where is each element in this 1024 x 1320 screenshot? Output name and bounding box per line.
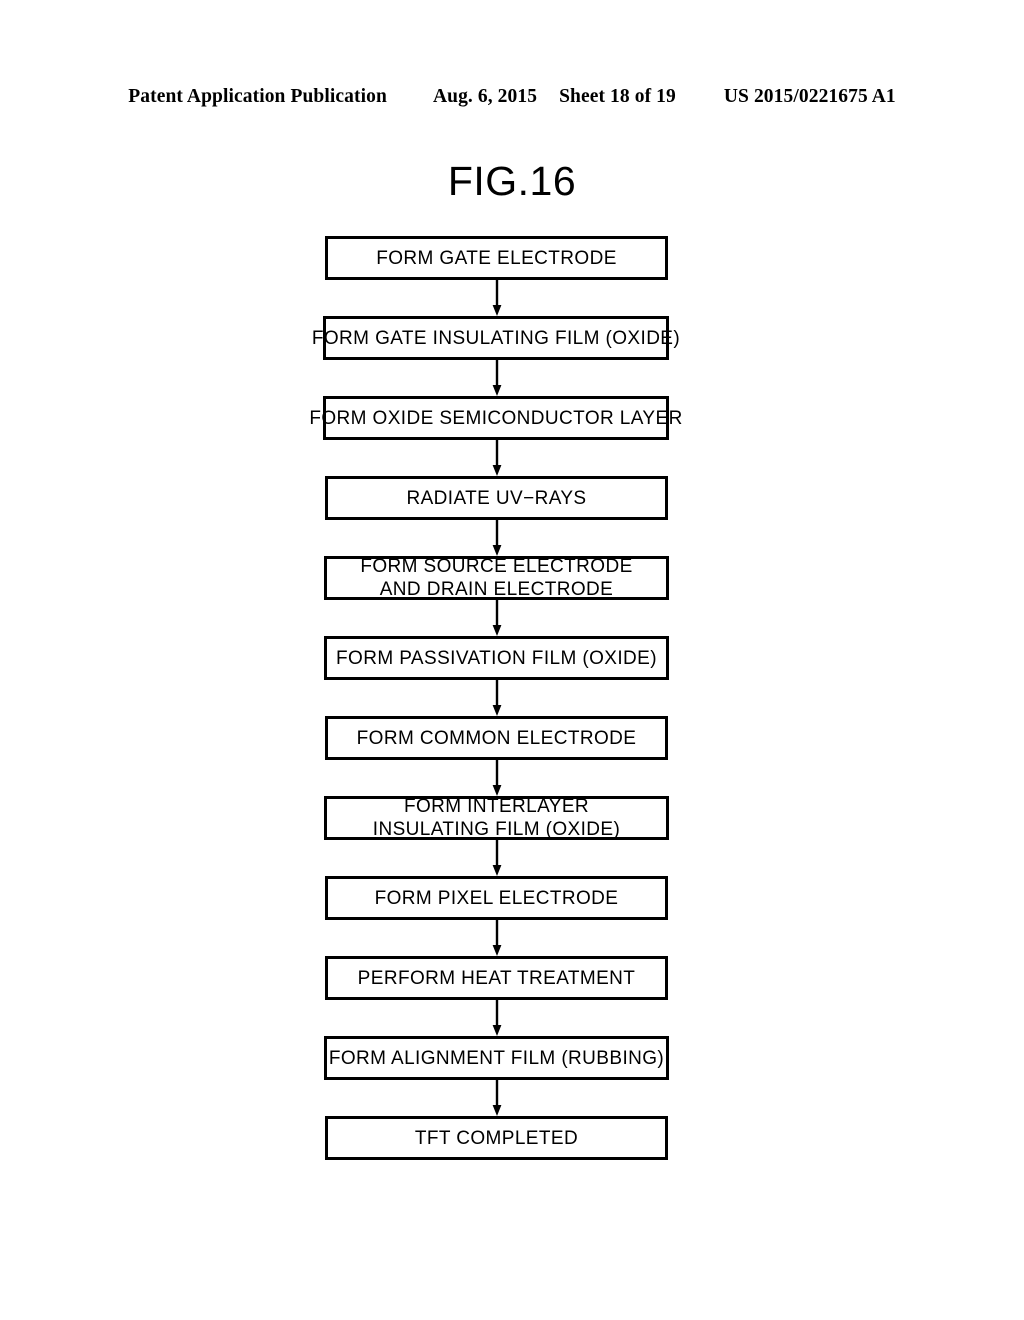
flowchart-arrow-down-icon <box>490 520 504 556</box>
flowchart-arrow-down-icon <box>490 1000 504 1036</box>
flowchart-step-form-pixel-electrode: FORM PIXEL ELECTRODE <box>325 876 668 920</box>
header-date-label: Aug. 6, 2015 <box>432 86 538 107</box>
flowchart-step-form-oxide-semiconductor-layer: FORM OXIDE SEMICONDUCTOR LAYER <box>309 396 682 440</box>
flowchart-step-form-interlayer-insulating-film: FORM INTERLAYER INSULATING FILM (OXIDE) <box>324 796 669 840</box>
flowchart-step-label: FORM COMMON ELECTRODE <box>356 727 637 749</box>
flowchart-step-form-source-and-drain-electrode: FORM SOURCE ELECTRODE AND DRAIN ELECTRODE <box>324 556 669 600</box>
flowchart-arrow-down-icon <box>490 840 504 876</box>
flowchart-step-form-passivation-film: FORM PASSIVATION FILM (OXIDE) <box>324 636 669 680</box>
header-document-number: US 2015/0221675 A1 <box>723 86 896 107</box>
page-header: Patent Application Publication Aug. 6, 2… <box>0 86 1024 112</box>
flowchart-step-radiate-uv-rays: RADIATE UV−RAYS <box>325 476 668 520</box>
flowchart-step-tft-completed: TFT COMPLETED <box>325 1116 668 1160</box>
flowchart-step-label: PERFORM HEAT TREATMENT <box>357 967 636 989</box>
flowchart-step-label: RADIATE UV−RAYS <box>406 487 587 509</box>
flowchart-step-perform-heat-treatment: PERFORM HEAT TREATMENT <box>325 956 668 1000</box>
flowchart-arrow-down-icon <box>490 280 504 316</box>
header-publication-label: Patent Application Publication <box>128 86 387 107</box>
flowchart-step-label: FORM SOURCE ELECTRODE <box>360 556 633 577</box>
flowchart-step-label: FORM PIXEL ELECTRODE <box>374 887 619 909</box>
flowchart-diagram: FORM GATE ELECTRODE FORM GATE INSULATING … <box>0 236 1024 1176</box>
flowchart-step-label-second-line: AND DRAIN ELECTRODE <box>379 579 614 600</box>
flowchart-arrow-down-icon <box>490 920 504 956</box>
flowchart-step-form-gate-electrode: FORM GATE ELECTRODE <box>325 236 668 280</box>
flowchart-step-form-gate-insulating-film: FORM GATE INSULATING FILM (OXIDE) <box>312 316 680 360</box>
flowchart-step-label: FORM GATE INSULATING FILM (OXIDE) <box>311 327 681 349</box>
flowchart-step-form-alignment-film: FORM ALIGNMENT FILM (RUBBING) <box>324 1036 669 1080</box>
flowchart-step-label: FORM ALIGNMENT FILM (RUBBING) <box>328 1047 665 1069</box>
flowchart-step-label: FORM GATE ELECTRODE <box>376 247 617 269</box>
flowchart-step-label: FORM OXIDE SEMICONDUCTOR LAYER <box>309 407 683 429</box>
flowchart-arrow-down-icon <box>490 1080 504 1116</box>
flowchart-arrow-down-icon <box>490 600 504 636</box>
flowchart-step-label: TFT COMPLETED <box>414 1127 579 1149</box>
flowchart-step-form-common-electrode: FORM COMMON ELECTRODE <box>325 716 668 760</box>
flowchart-arrow-down-icon <box>490 760 504 796</box>
flowchart-arrow-down-icon <box>490 680 504 716</box>
flowchart-arrow-down-icon <box>490 440 504 476</box>
header-sheet-label: Sheet 18 of 19 <box>559 86 676 107</box>
flowchart-step-label: FORM INTERLAYER <box>403 796 590 817</box>
flowchart-step-label: FORM PASSIVATION FILM (OXIDE) <box>336 647 657 669</box>
figure-title: FIG.16 <box>447 158 577 204</box>
flowchart-arrow-down-icon <box>490 360 504 396</box>
flowchart-step-label-second-line: INSULATING FILM (OXIDE) <box>372 819 621 840</box>
